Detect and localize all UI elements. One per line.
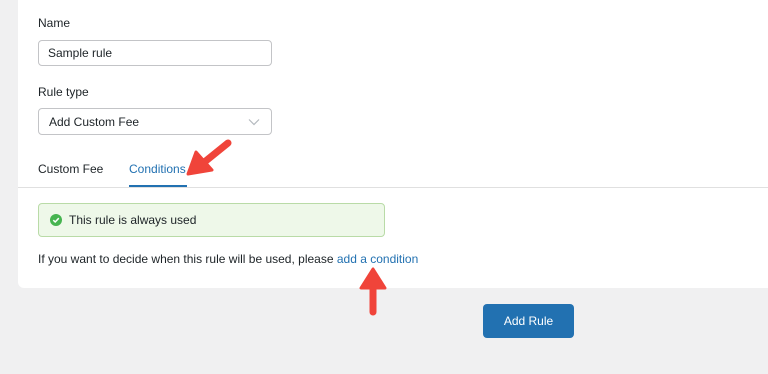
tabs-divider [18, 187, 768, 188]
condition-help-text: If you want to decide when this rule wil… [38, 252, 418, 266]
name-label: Name [38, 16, 71, 30]
help-text: If you want to decide when this rule wil… [38, 252, 334, 266]
tab-custom-fee[interactable]: Custom Fee [38, 162, 103, 176]
rule-type-value: Add Custom Fee [49, 114, 140, 129]
check-circle-icon [50, 214, 62, 226]
name-input[interactable]: Sample rule [38, 40, 272, 66]
chevron-down-icon [247, 115, 261, 129]
status-notice: This rule is always used [38, 203, 385, 237]
add-condition-link[interactable]: add a condition [337, 252, 418, 266]
add-rule-button[interactable]: Add Rule [483, 304, 574, 338]
rule-type-label: Rule type [38, 85, 89, 99]
notice-text: This rule is always used [69, 213, 197, 227]
tab-conditions[interactable]: Conditions [129, 162, 186, 176]
name-input-value: Sample rule [48, 46, 113, 60]
rule-type-select[interactable]: Add Custom Fee [38, 108, 272, 135]
